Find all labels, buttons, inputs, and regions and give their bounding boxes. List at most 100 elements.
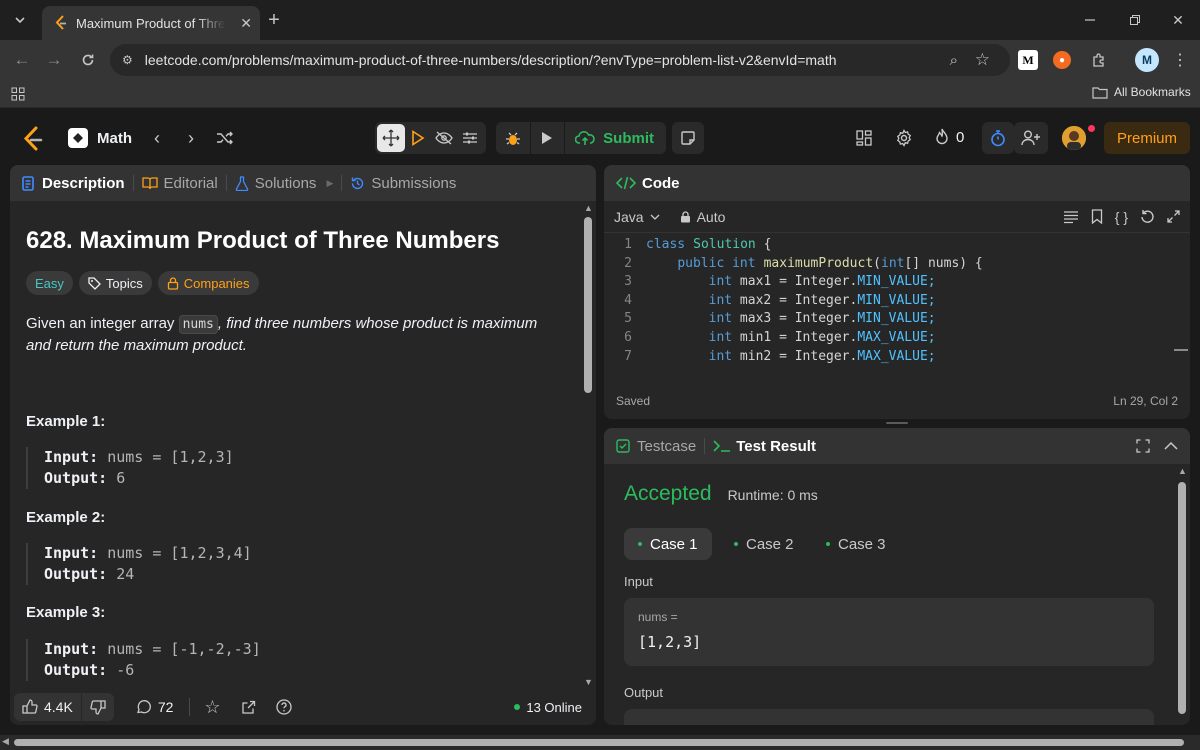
dislike-button[interactable] [82, 699, 114, 715]
code-line[interactable]: 3 int max1 = Integer. MIN_VALUE; [604, 274, 1190, 293]
share-icon[interactable] [241, 700, 256, 715]
fullscreen-icon[interactable] [1136, 439, 1150, 453]
thumbs-up-icon [22, 699, 38, 714]
bookmark-icon[interactable] [1091, 209, 1103, 224]
timer-button[interactable] [982, 122, 1014, 154]
companies-badge[interactable]: Companies [157, 271, 259, 295]
leetcode-favicon-icon [55, 15, 66, 30]
tab-testcase[interactable]: Testcase [616, 438, 696, 455]
url-text[interactable]: leetcode.com/problems/maximum-product-of… [145, 52, 837, 68]
case-2-button[interactable]: Case 2 [720, 528, 808, 560]
settings-gear-icon[interactable] [894, 128, 914, 148]
streak-counter[interactable]: 0 [934, 128, 964, 146]
page-horizontal-scrollbar[interactable]: ◀ [0, 735, 1200, 750]
help-icon[interactable] [275, 699, 292, 715]
case-1-button[interactable]: Case 1 [624, 528, 712, 560]
result-scrollbar[interactable]: ▲ [1176, 466, 1188, 722]
problem-list-button[interactable]: Math [68, 128, 132, 148]
scrollbar-thumb[interactable] [584, 217, 592, 393]
code-line[interactable]: 1 class Solution { [604, 237, 1190, 256]
tab-test-result[interactable]: Test Result [713, 438, 816, 455]
user-avatar[interactable] [1062, 126, 1086, 150]
code-panel-header: Code [604, 165, 1190, 201]
hide-eye-icon[interactable] [431, 124, 457, 152]
topics-badge[interactable]: Topics [78, 271, 152, 295]
difficulty-badge[interactable]: Easy [26, 271, 73, 295]
language-select[interactable]: Java [614, 209, 660, 225]
submit-button[interactable]: Submit [565, 122, 666, 154]
code-token: MIN_VALUE; [857, 274, 936, 290]
description-content: 628. Maximum Product of Three Numbers Ea… [10, 201, 580, 691]
extension-orange[interactable]: ● [1053, 51, 1071, 69]
move-layout-button[interactable] [377, 124, 405, 152]
history-icon [352, 177, 364, 189]
braces-icon[interactable]: { } [1115, 209, 1128, 225]
settings-sliders-icon[interactable] [457, 124, 483, 152]
tab-divider [704, 438, 706, 454]
browser-menu-icon[interactable]: ⋮ [1168, 48, 1192, 72]
expand-icon[interactable] [1167, 210, 1180, 223]
auto-mode[interactable]: Auto [680, 209, 725, 225]
extension-medium[interactable]: M [1018, 50, 1038, 70]
tab-description[interactable]: Description [22, 175, 125, 192]
cursor-position[interactable]: Ln 29, Col 2 [1113, 394, 1178, 408]
code-line[interactable]: 6 int min1 = Integer. MAX_VALUE; [604, 330, 1190, 349]
close-window-button[interactable]: ✕ [1158, 6, 1198, 34]
scroll-up-arrow[interactable]: ▲ [1178, 466, 1187, 476]
case-3-button[interactable]: Case 3 [812, 528, 900, 560]
back-button[interactable]: ← [10, 48, 34, 72]
comments-button[interactable]: 72 [136, 699, 173, 715]
code-brackets-icon [616, 176, 636, 190]
all-bookmarks-button[interactable]: All Bookmarks [1092, 85, 1191, 99]
code-line[interactable]: 7 int min2 = Integer. MAX_VALUE; [604, 349, 1190, 368]
restore-button[interactable] [1115, 6, 1155, 34]
scroll-down-arrow[interactable]: ▼ [584, 677, 593, 687]
reset-code-icon[interactable] [1140, 209, 1155, 224]
run-button[interactable] [531, 122, 565, 154]
scrollbar-thumb[interactable] [1178, 482, 1186, 714]
panel-resize-handle[interactable] [886, 422, 908, 424]
like-button[interactable]: 4.4K [14, 699, 81, 715]
code-line[interactable]: 5 int max3 = Integer. MIN_VALUE; [604, 311, 1190, 330]
shuffle-icon[interactable] [214, 128, 236, 148]
tab-solutions[interactable]: Solutions ▶ [235, 175, 333, 192]
run-outline-icon[interactable] [405, 124, 431, 152]
scrollbar-thumb[interactable] [14, 739, 1184, 746]
omnibox[interactable]: ⚙ leetcode.com/problems/maximum-product-… [110, 44, 1010, 76]
code-editor[interactable]: 1 class Solution {2 public int maximumProdu… [604, 237, 1190, 367]
debug-icon[interactable] [496, 122, 530, 154]
code-token: { [755, 237, 772, 252]
scroll-left-arrow[interactable]: ◀ [2, 736, 9, 747]
invite-user-button[interactable] [1014, 122, 1048, 154]
browser-tab[interactable]: Maximum Product of Three Nu ✕ [42, 6, 260, 40]
new-tab-button[interactable]: + [262, 8, 286, 32]
description-scrollbar[interactable]: ▲ ▼ [582, 203, 594, 687]
tab-search-button[interactable] [8, 8, 32, 32]
leetcode-logo-icon[interactable] [22, 126, 44, 152]
site-info-icon[interactable]: ⚙ [122, 53, 133, 67]
profile-avatar[interactable]: M [1135, 48, 1159, 72]
favorite-star-icon[interactable]: ☆ [204, 697, 220, 718]
premium-button[interactable]: Premium [1104, 122, 1190, 154]
scroll-up-arrow[interactable]: ▲ [584, 203, 593, 213]
minimize-button[interactable] [1070, 6, 1110, 34]
format-lines-icon[interactable] [1063, 210, 1079, 224]
reload-button[interactable] [76, 48, 100, 72]
close-tab-icon[interactable]: ✕ [240, 15, 252, 32]
tab-editorial[interactable]: Editorial [141, 175, 218, 192]
code-keyword: int [708, 292, 733, 308]
bookmark-star-icon[interactable]: ☆ [975, 50, 990, 70]
layout-grid-icon[interactable] [854, 128, 874, 148]
extensions-puzzle-icon[interactable] [1087, 48, 1111, 72]
notes-button[interactable] [672, 122, 704, 154]
prev-problem-icon[interactable]: ‹ [148, 128, 166, 148]
tab-submissions[interactable]: Submissions [350, 175, 456, 192]
code-line[interactable]: 4 int max2 = Integer. MIN_VALUE; [604, 293, 1190, 312]
code-line[interactable]: 2 public int maximumProduct (int[] nums) { [604, 256, 1190, 275]
collapse-chevron-icon[interactable] [1164, 441, 1178, 451]
forward-button[interactable]: → [42, 48, 66, 72]
next-problem-icon[interactable]: › [182, 128, 200, 148]
zoom-icon[interactable]: ⌕ [950, 52, 958, 69]
apps-grid-icon[interactable] [10, 86, 26, 102]
